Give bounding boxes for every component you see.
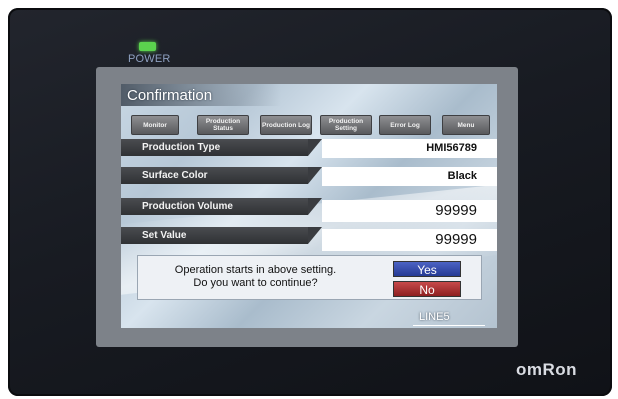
set-value-value: 99999 <box>322 229 497 251</box>
nav-button-production-setting[interactable]: Production Setting <box>320 115 372 135</box>
confirmation-dialog: Operation starts in above setting. Do yo… <box>137 255 482 300</box>
production-volume-label: Production Volume <box>121 198 322 215</box>
nav-button-production-log[interactable]: Production Log <box>260 115 312 135</box>
line-label-underline <box>413 325 485 326</box>
hmi-screen: Confirmation Monitor Production Status P… <box>121 84 497 328</box>
nav-button-production-status[interactable]: Production Status <box>197 115 249 135</box>
nav-button-monitor[interactable]: Monitor <box>131 115 179 135</box>
brand-logo: omRon <box>516 360 578 379</box>
production-type-label: Production Type <box>121 139 322 156</box>
yes-button[interactable]: Yes <box>393 261 461 277</box>
power-label: POWER <box>128 53 171 65</box>
set-value-label: Set Value <box>121 227 322 244</box>
dialog-message-line-1: Operation starts in above setting. <box>174 264 337 276</box>
dialog-message: Operation starts in above setting. Do yo… <box>138 264 373 290</box>
line-label: LINE5 <box>419 311 450 323</box>
page-title: Confirmation <box>127 87 213 104</box>
nav-button-menu[interactable]: Menu <box>442 115 490 135</box>
surface-color-label: Surface Color <box>121 167 322 184</box>
dialog-message-line-2: Do you want to continue? <box>193 277 318 289</box>
power-led-icon <box>139 42 156 51</box>
surface-color-value: Black <box>322 167 497 186</box>
production-volume-value: 99999 <box>322 200 497 222</box>
nav-button-error-log[interactable]: Error Log <box>379 115 431 135</box>
no-button[interactable]: No <box>393 281 461 297</box>
production-type-value: HMI56789 <box>322 139 497 158</box>
